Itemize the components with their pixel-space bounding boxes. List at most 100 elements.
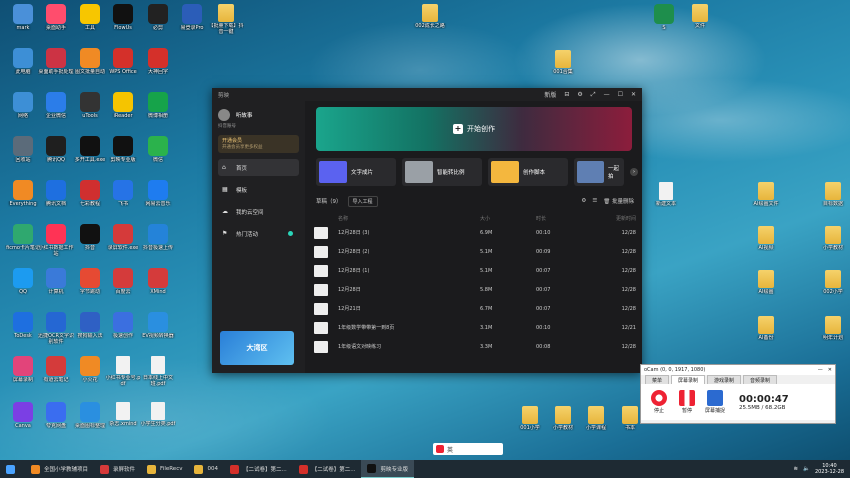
- start-creation-button[interactable]: + 开始创作: [316, 107, 632, 151]
- minimize-button[interactable]: —: [604, 91, 610, 98]
- desktop-icon[interactable]: 回收站: [5, 136, 41, 163]
- desktop-icon[interactable]: 七彩教程: [72, 180, 108, 207]
- desktop-icon[interactable]: 抖音极速上传: [140, 224, 176, 251]
- view-toggle-icon[interactable]: ☰: [592, 198, 597, 204]
- taskbar-item[interactable]: 全国小学教辅项目: [25, 460, 94, 478]
- desktop-icon[interactable]: 多开工具.exe: [72, 136, 108, 163]
- import-project-button[interactable]: 导入工程: [347, 195, 378, 207]
- layout-icon[interactable]: ⊟: [564, 91, 569, 98]
- desktop-icon[interactable]: AI备份: [748, 316, 784, 341]
- desktop-icon[interactable]: Everything: [5, 180, 41, 207]
- clock[interactable]: 10:40 2023-12-28: [815, 463, 844, 475]
- desktop-icon[interactable]: 明年计划: [815, 316, 850, 341]
- new-version-button[interactable]: 新版: [544, 90, 556, 99]
- taskbar-item[interactable]: 004: [188, 460, 224, 478]
- desktop-icon[interactable]: 桌面助手批处理: [38, 48, 74, 75]
- col-name[interactable]: 名称: [338, 215, 480, 222]
- table-row[interactable]: 12月28日 (3) 6.9M 00:10 12/28: [314, 223, 636, 242]
- desktop-icon[interactable]: FlowUs: [105, 4, 141, 31]
- desktop-icon[interactable]: iReader: [105, 92, 141, 119]
- col-updated[interactable]: 更新时间: [596, 215, 636, 222]
- desktop-icon[interactable]: 微博相册: [140, 92, 176, 119]
- desktop-icon[interactable]: 小火花: [72, 356, 108, 383]
- batch-delete-button[interactable]: 🗑 批量删除: [603, 197, 634, 205]
- table-row[interactable]: 12月28日 (2) 5.1M 00:09 12/28: [314, 242, 636, 261]
- profile[interactable]: 听故事 抖音账号: [218, 109, 299, 129]
- table-row[interactable]: 12月21日 6.7M 00:07 12/28: [314, 299, 636, 318]
- taskbar-item[interactable]: 剪映专业版: [361, 460, 414, 478]
- ime-mode[interactable]: 英: [447, 445, 453, 454]
- table-row[interactable]: 1年级语文对映练习 3.3M 00:08 12/28: [314, 337, 636, 356]
- desktop-icon[interactable]: 小红书数据工作站: [38, 224, 74, 257]
- desktop-icon[interactable]: Canva: [5, 402, 41, 429]
- desktop-icon[interactable]: 剪映专业版: [105, 136, 141, 163]
- tab-menu[interactable]: 菜单: [645, 375, 670, 384]
- desktop-icon[interactable]: 小学教材: [815, 226, 850, 251]
- desktop-icon[interactable]: 001小学: [512, 406, 548, 431]
- desktop-icon[interactable]: AI视频: [748, 226, 784, 251]
- col-duration[interactable]: 时长: [536, 215, 596, 222]
- stop-button[interactable]: 停止: [647, 390, 671, 414]
- desktop-icon[interactable]: 小红书专业号.pdf: [105, 356, 141, 387]
- ime-toolbar[interactable]: 英: [433, 443, 503, 455]
- pause-button[interactable]: 暂停: [675, 390, 699, 414]
- wifi-icon[interactable]: ≋: [793, 466, 798, 472]
- col-size[interactable]: 大小: [480, 215, 536, 222]
- maximize-button[interactable]: ☐: [618, 91, 623, 98]
- desktop-icon[interactable]: 大神回字: [140, 48, 176, 75]
- desktop-icon[interactable]: mark: [5, 4, 41, 31]
- desktop-icon[interactable]: ToDesk: [5, 312, 41, 339]
- desktop-icon[interactable]: 百度云: [105, 268, 141, 295]
- avatar[interactable]: [218, 109, 230, 121]
- desktop-icon[interactable]: 录屏软件.exe: [105, 224, 141, 251]
- desktop-icon[interactable]: 网络: [5, 92, 41, 119]
- tool-text-to-video[interactable]: 文字成片: [316, 158, 396, 186]
- desktop-icon[interactable]: 新建文本: [648, 182, 684, 207]
- desktop-icon[interactable]: WPS Office: [105, 48, 141, 75]
- desktop-icon[interactable]: 微信: [140, 136, 176, 163]
- desktop-icon[interactable]: 002小学: [815, 270, 850, 295]
- expand-icon[interactable]: ⤢: [591, 91, 596, 99]
- desktop-icon[interactable]: 夸克网盘: [38, 402, 74, 429]
- tab-game-record[interactable]: 游戏录制: [707, 375, 742, 384]
- chevron-right-icon[interactable]: ›: [630, 168, 638, 176]
- desktop-icon[interactable]: 有道云笔记: [38, 356, 74, 383]
- desktop-icon[interactable]: 杂志.xmind: [105, 402, 141, 427]
- vip-card[interactable]: 开通会员 开通会员享更多权益: [218, 135, 299, 153]
- desktop-icon[interactable]: 小学教材: [545, 406, 581, 431]
- taskbar-item[interactable]: 【二试卷】第二...: [224, 460, 293, 478]
- sidebar-item-cloud[interactable]: ☁ 我的云空间: [218, 203, 299, 220]
- table-row[interactable]: 12月28日 5.8M 00:07 12/28: [314, 280, 636, 299]
- desktop-icon[interactable]: XMind: [140, 268, 176, 295]
- desktop-icon[interactable]: 计算机: [38, 268, 74, 295]
- desktop-icon[interactable]: 字节跳动: [72, 268, 108, 295]
- taskbar-item[interactable]: 【二试卷】第二...: [293, 460, 362, 478]
- desktop-icon[interactable]: 极速创作: [105, 312, 141, 339]
- settings-icon[interactable]: ⚙: [577, 91, 582, 98]
- sidebar-item-templates[interactable]: ▦ 模板: [218, 181, 299, 198]
- desktop-icon[interactable]: 目标数据: [815, 182, 850, 207]
- desktop-icon[interactable]: 网易云音乐: [140, 180, 176, 207]
- desktop-icon[interactable]: ficmo卡片笔记: [5, 224, 41, 251]
- taskbar-item[interactable]: FileRecv: [141, 460, 188, 478]
- volume-icon[interactable]: 🔈: [803, 466, 810, 472]
- desktop-icon[interactable]: 腾讯文档: [38, 180, 74, 207]
- desktop-icon[interactable]: 小学生分类.pdf: [140, 402, 176, 427]
- tool-shoot-together[interactable]: 一起拍: [574, 158, 624, 186]
- start-button[interactable]: [0, 460, 25, 478]
- desktop-icon[interactable]: EV视频转换器: [140, 312, 176, 339]
- desktop-icon[interactable]: 002成长之路: [412, 4, 448, 29]
- tab-screen-record[interactable]: 屏幕录制: [671, 375, 706, 384]
- desktop-icon[interactable]: 小学课程: [578, 406, 614, 431]
- close-button[interactable]: ✕: [828, 367, 832, 373]
- table-row[interactable]: 1年级数学带带第一到8页 3.1M 00:10 12/21: [314, 318, 636, 337]
- desktop-icon[interactable]: 易登录Pro: [174, 4, 210, 31]
- desktop-icon[interactable]: 飞书: [105, 180, 141, 207]
- desktop-icon[interactable]: 日本线上中文班.pdf: [140, 356, 176, 387]
- desktop-icon[interactable]: 【批量下载】抖音一键: [208, 4, 244, 35]
- desktop-icon[interactable]: 企业微信: [38, 92, 74, 119]
- desktop-icon[interactable]: 必剪: [140, 4, 176, 31]
- settings-icon[interactable]: ⚙: [581, 198, 586, 204]
- desktop-icon[interactable]: 搜狗输入法: [72, 312, 108, 339]
- table-row[interactable]: 12月28日 (1) 5.1M 00:07 12/28: [314, 261, 636, 280]
